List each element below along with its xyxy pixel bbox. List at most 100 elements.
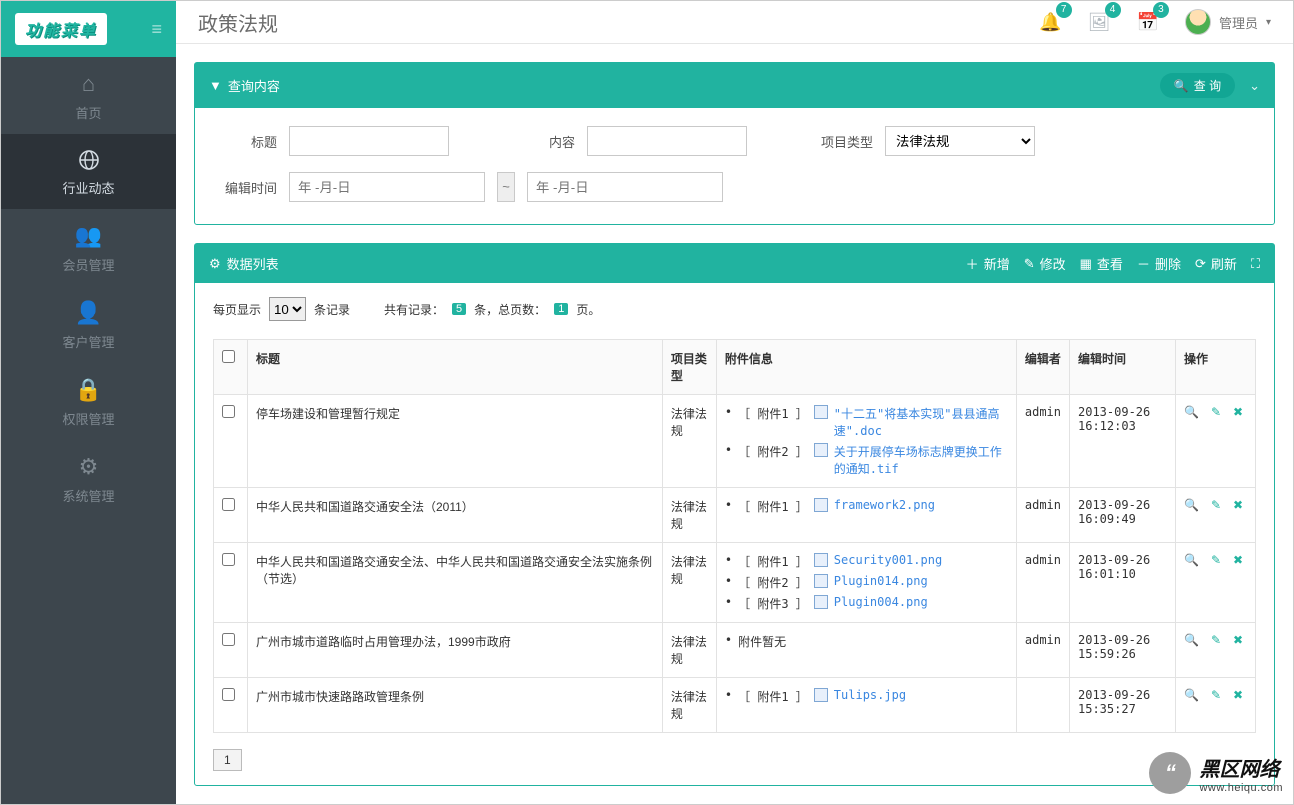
list-panel-header: ⚙ 数据列表 ＋新增 ✎修改 ▦查看 －删除 ⟳刷新 ⛶ [195,244,1274,283]
row-edit-icon[interactable]: ✎ [1211,553,1221,567]
row-checkbox[interactable] [222,405,235,418]
cell-actions: 🔍 ✎ ✖ [1176,543,1256,623]
table-row: 广州市城市快速路路政管理条例法律法规•［ 附件1 ］Tulips.jpg2013… [214,678,1256,733]
file-icon [814,595,828,609]
row-delete-icon[interactable]: ✖ [1233,553,1243,567]
row-view-icon[interactable]: 🔍 [1184,633,1199,647]
attachment-label: ［ 附件2 ］ [738,443,808,460]
total-mid: 条，总页数： [474,301,546,318]
sidebar-item-permissions[interactable]: 🔒 权限管理 [1,363,176,440]
sidebar-item-home[interactable]: ⌂ 首页 [1,57,176,134]
attachment-link[interactable]: "十二五"将基本实现"县县通高速".doc [834,405,1008,439]
search-icon: 🔍 [1174,79,1189,93]
row-edit-icon[interactable]: ✎ [1211,688,1221,702]
label-edit-time: 编辑时间 [215,178,277,197]
sidebar-item-label: 权限管理 [62,412,114,427]
row-edit-icon[interactable]: ✎ [1211,498,1221,512]
menu-toggle-icon[interactable]: ≡ [151,19,162,40]
plus-icon: ＋ [966,254,979,273]
images-button[interactable]: 🖼 4 [1088,12,1111,33]
row-delete-icon[interactable]: ✖ [1233,633,1243,647]
row-checkbox[interactable] [222,553,235,566]
cell-attachments: •附件暂无 [716,623,1016,678]
bullet-icon: • [725,574,732,588]
attachment-link[interactable]: Plugin004.png [834,595,1008,609]
attachment-link[interactable]: Tulips.jpg [834,688,1008,702]
view-button[interactable]: ▦查看 [1080,254,1123,273]
cell-actions: 🔍 ✎ ✖ [1176,488,1256,543]
attachment-link[interactable]: Plugin014.png [834,574,1008,588]
sidebar-item-label: 会员管理 [62,258,114,273]
notification-badge: 7 [1056,2,1072,18]
cell-attachments: •［ 附件1 ］"十二五"将基本实现"县县通高速".doc•［ 附件2 ］关于开… [716,395,1016,488]
row-delete-icon[interactable]: ✖ [1233,498,1243,512]
cell-editor: admin [1016,623,1069,678]
row-delete-icon[interactable]: ✖ [1233,688,1243,702]
add-button[interactable]: ＋新增 [966,254,1010,273]
attachment-link[interactable]: 关于开展停车场标志牌更换工作的通知.tif [834,443,1008,477]
data-table: 标题 项目类型 附件信息 编辑者 编辑时间 操作 停车场建设和管理暂行规定法律法… [213,339,1256,733]
watermark-brand: 黑区网络 [1199,753,1283,782]
row-edit-icon[interactable]: ✎ [1211,405,1221,419]
bullet-icon: • [725,688,732,702]
content: ▼ 查询内容 🔍 查 询 ⌄ 标题 [176,44,1293,804]
attachment-link[interactable]: Security001.png [834,553,1008,567]
cell-actions: 🔍 ✎ ✖ [1176,623,1256,678]
sidebar-item-customers[interactable]: 👤 客户管理 [1,286,176,363]
fullscreen-icon[interactable]: ⛶ [1251,256,1260,272]
user-label: 管理员 [1219,13,1258,32]
cell-actions: 🔍 ✎ ✖ [1176,395,1256,488]
collapse-icon[interactable]: ⌄ [1249,78,1260,94]
file-icon [814,405,828,419]
table-row: 中华人民共和国道路交通安全法、中华人民共和国道路交通安全法实施条例（节选）法律法… [214,543,1256,623]
total-prefix: 共有记录： [384,301,444,318]
cell-title: 停车场建设和管理暂行规定 [248,395,663,488]
col-header-actions: 操作 [1176,340,1256,395]
refresh-button[interactable]: ⟳刷新 [1195,254,1237,273]
row-checkbox[interactable] [222,688,235,701]
row-delete-icon[interactable]: ✖ [1233,405,1243,419]
select-all-checkbox[interactable] [222,350,235,363]
row-view-icon[interactable]: 🔍 [1184,498,1199,512]
brand-logo: 功能菜单 [15,13,107,45]
notifications-button[interactable]: 🔔 7 [1039,12,1061,33]
content-input[interactable] [587,126,747,156]
date-from-input[interactable] [289,172,485,202]
delete-button[interactable]: －删除 [1137,254,1181,273]
pager: 1 [213,749,1256,771]
title-input[interactable] [289,126,449,156]
row-edit-icon[interactable]: ✎ [1211,633,1221,647]
sidebar-item-members[interactable]: 👥 会员管理 [1,209,176,286]
pencil-icon: ✎ [1024,256,1035,272]
attachment-link[interactable]: framework2.png [834,498,1008,512]
cell-editor: admin [1016,488,1069,543]
search-button[interactable]: 🔍 查 询 [1160,73,1235,98]
sidebar-item-label: 首页 [75,106,101,121]
file-icon [814,688,828,702]
row-view-icon[interactable]: 🔍 [1184,553,1199,567]
col-header-attach: 附件信息 [716,340,1016,395]
cell-type: 法律法规 [662,488,716,543]
lock-icon: 🔒 [1,377,176,403]
row-view-icon[interactable]: 🔍 [1184,405,1199,419]
row-checkbox[interactable] [222,633,235,646]
edit-button[interactable]: ✎修改 [1024,254,1066,273]
sidebar-item-system[interactable]: ⚙ 系统管理 [1,440,176,517]
row-view-icon[interactable]: 🔍 [1184,688,1199,702]
cell-editor: admin [1016,543,1069,623]
sidebar-item-industry[interactable]: 行业动态 [1,134,176,209]
cell-title: 广州市城市快速路路政管理条例 [248,678,663,733]
calendar-button[interactable]: 📅 3 [1137,12,1159,33]
list-panel-title: 数据列表 [227,254,279,273]
row-checkbox[interactable] [222,498,235,511]
query-panel-title: 查询内容 [228,76,280,95]
project-type-select[interactable]: 法律法规 [885,126,1035,156]
watermark-url: www.heiqu.com [1199,782,1283,794]
page-button[interactable]: 1 [213,749,242,771]
topbar: 政策法规 🔔 7 🖼 4 📅 3 管理员 ▾ [176,1,1293,44]
date-to-input[interactable] [527,172,723,202]
per-page-select[interactable]: 10 [269,297,306,321]
user-menu[interactable]: 管理员 ▾ [1185,9,1271,35]
cell-time: 2013-09-26 15:35:27 [1070,678,1176,733]
file-icon [814,498,828,512]
